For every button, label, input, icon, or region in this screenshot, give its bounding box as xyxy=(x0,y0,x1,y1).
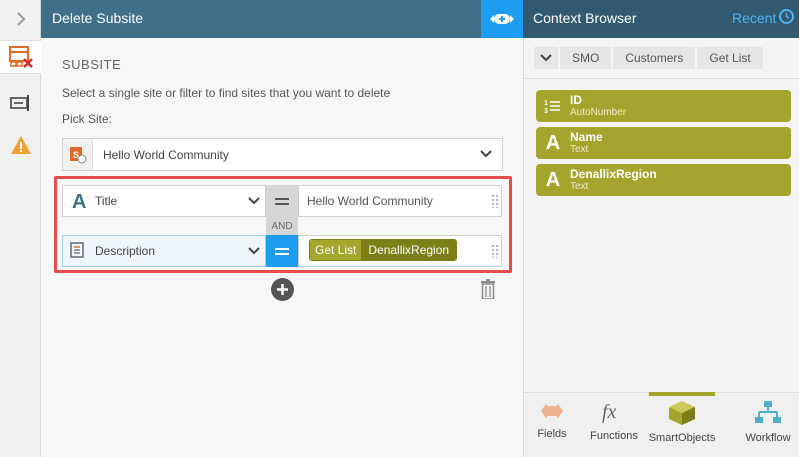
properties-icon[interactable] xyxy=(0,86,41,120)
chevron-down-icon xyxy=(540,54,552,62)
breadcrumb-dropdown[interactable] xyxy=(534,47,558,69)
filter-field-select[interactable] xyxy=(62,185,266,217)
token-field: DenallixRegion xyxy=(361,240,457,260)
field-item-denallixregion[interactable]: A DenallixRegion Text xyxy=(536,164,791,196)
svg-text:3: 3 xyxy=(544,108,548,114)
chevron-down-icon[interactable] xyxy=(480,150,492,158)
delete-form-icon[interactable] xyxy=(0,40,42,74)
smartobjects-icon xyxy=(669,401,695,425)
section-title: SUBSITE xyxy=(62,57,122,72)
equals-icon xyxy=(275,197,289,205)
active-tab-indicator xyxy=(649,392,715,396)
text-icon: A xyxy=(71,191,89,213)
warning-icon[interactable] xyxy=(0,128,41,162)
chevron-down-icon[interactable] xyxy=(248,247,260,255)
expand-chevron-icon[interactable] xyxy=(0,0,41,38)
breadcrumb-item[interactable]: Get List xyxy=(697,47,763,69)
tab-label: SmartObjects xyxy=(648,432,716,444)
tab-smartobjects[interactable]: SmartObjects xyxy=(648,400,716,455)
recent-link[interactable]: Recent xyxy=(732,10,776,26)
text-icon: A xyxy=(545,131,561,154)
field-type: Text xyxy=(570,181,589,192)
breadcrumb-item[interactable]: SMO xyxy=(560,47,612,69)
filter-field-select[interactable] xyxy=(62,235,266,267)
chevron-down-icon[interactable] xyxy=(248,197,260,205)
tab-fields[interactable]: Fields xyxy=(521,400,583,455)
fields-icon xyxy=(541,404,563,418)
workflow-icon xyxy=(755,401,781,423)
site-icon: S xyxy=(63,139,93,170)
svg-text:fx: fx xyxy=(602,401,617,423)
field-name: ID xyxy=(570,93,582,107)
field-type: AutoNumber xyxy=(570,107,627,118)
drag-handle-icon[interactable] xyxy=(489,236,501,266)
page-title: Delete Subsite xyxy=(52,10,144,26)
add-filter-button[interactable] xyxy=(271,278,294,301)
autonumber-icon: 1 3 xyxy=(543,95,563,117)
field-name: DenallixRegion xyxy=(570,167,657,181)
pick-site-value: Hello World Community xyxy=(103,148,229,162)
breadcrumb-item[interactable]: Customers xyxy=(613,47,696,69)
pick-site-label: Pick Site: xyxy=(62,112,113,126)
filter-value-text: Hello World Community xyxy=(307,194,433,208)
field-name: Name xyxy=(570,130,603,144)
context-browser-title: Context Browser xyxy=(533,10,637,26)
tab-label: Functions xyxy=(590,430,638,442)
text-icon: A xyxy=(545,168,561,191)
field-item-id[interactable]: 1 3 ID AutoNumber xyxy=(536,90,791,122)
divider xyxy=(524,78,799,79)
svg-text:1: 1 xyxy=(544,100,548,107)
operator-equals[interactable] xyxy=(266,185,298,217)
field-item-name[interactable]: A Name Text xyxy=(536,127,791,159)
operator-equals[interactable] xyxy=(266,235,298,267)
plus-icon xyxy=(277,284,288,295)
tab-label: Fields xyxy=(537,428,567,440)
token-source: Get List xyxy=(310,240,362,260)
reference-token[interactable]: Get List DenallixRegion xyxy=(309,239,458,261)
filter-field-label: Title xyxy=(95,194,118,208)
equals-icon xyxy=(275,247,289,255)
and-connector: AND xyxy=(266,217,298,235)
tab-workflow[interactable]: Workflow xyxy=(737,400,799,455)
field-type: Text xyxy=(570,144,589,155)
instruction-text: Select a single site or filter to find s… xyxy=(62,86,391,100)
breadcrumb: SMO Customers Get List xyxy=(534,47,765,69)
tab-functions[interactable]: fx Functions xyxy=(583,400,645,455)
expand-arrows-icon xyxy=(490,14,514,24)
trash-icon[interactable] xyxy=(480,279,496,299)
filter-field-label: Description xyxy=(95,244,156,258)
functions-icon: fx xyxy=(602,401,617,423)
memo-icon xyxy=(70,242,88,260)
drag-handle-icon[interactable] xyxy=(489,186,501,216)
svg-text:A: A xyxy=(72,191,86,211)
toggle-panel-button[interactable] xyxy=(481,0,523,38)
clock-icon[interactable] xyxy=(779,9,794,24)
tab-label: Workflow xyxy=(745,432,791,444)
